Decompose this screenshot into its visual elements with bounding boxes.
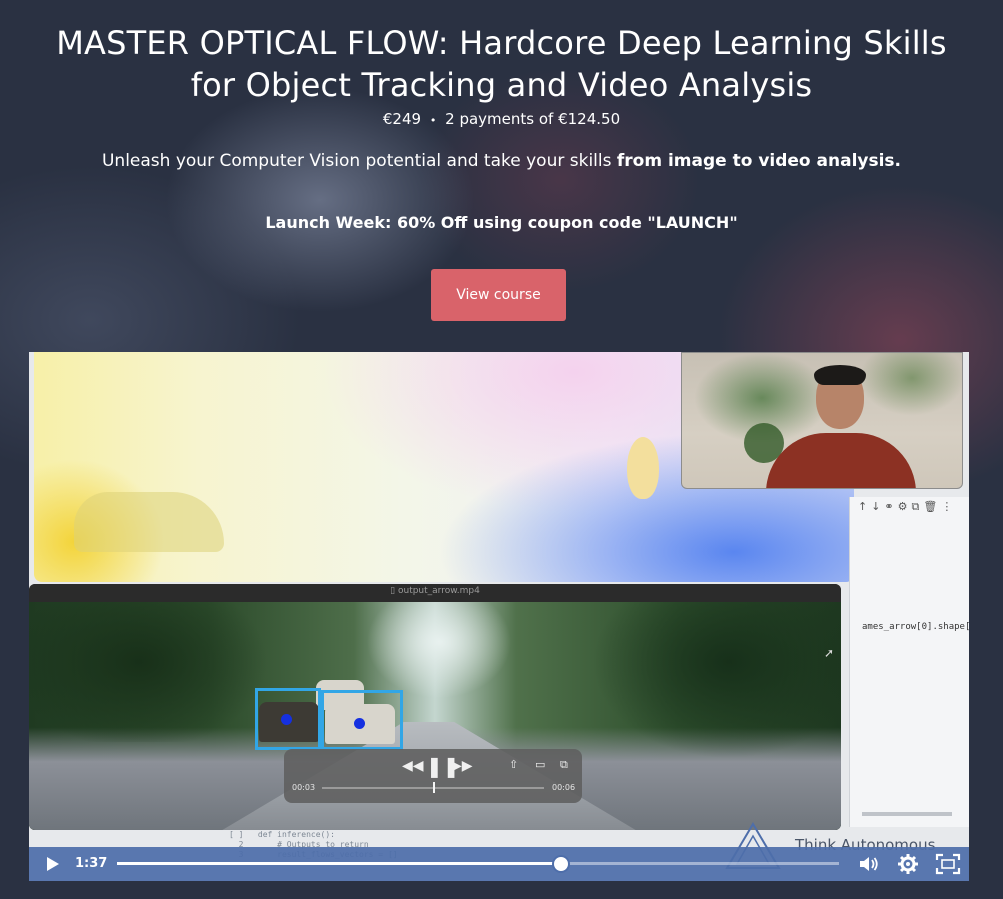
settings-icon[interactable] xyxy=(897,853,919,875)
trees-left xyxy=(29,602,289,742)
price-line: €249 • 2 payments of €124.50 xyxy=(0,110,1003,128)
embedded-time-elapsed: 00:03 xyxy=(292,783,316,792)
play-icon[interactable] xyxy=(41,853,63,875)
course-title: MASTER OPTICAL FLOW: Hardcore Deep Learn… xyxy=(0,22,1003,106)
window-title: ▯ output_arrow.mp4 xyxy=(29,586,841,596)
notebook-toolbar: ↑↓⚭⚙⧉🗑⋮ xyxy=(858,500,957,513)
player-control-bar: 1:37 xyxy=(29,847,969,881)
promo-banner: Launch Week: 60% Off using coupon code "… xyxy=(265,213,738,232)
notebook-scrollbar xyxy=(862,812,952,816)
instructor-hair xyxy=(814,365,866,385)
tagline: Unleash your Computer Vision potential a… xyxy=(0,151,1003,171)
road-scene: ◀◀ ❚❚ ▶▶ ⇧ ▭ ⧉ 00:03 00:06 ➚ xyxy=(29,602,841,830)
trees-right xyxy=(589,602,841,762)
notebook-panel: ↑↓⚭⚙⧉🗑⋮ ames_arrow[0].shape[0])) xyxy=(849,497,969,827)
mouse-cursor-icon: ➚ xyxy=(824,646,835,660)
notebook-code: ames_arrow[0].shape[0])) xyxy=(862,622,969,632)
embedded-player-controls: ◀◀ ❚❚ ▶▶ ⇧ ▭ ⧉ 00:03 00:06 xyxy=(284,749,582,803)
payment-plan: 2 payments of €124.50 xyxy=(445,110,621,128)
rewind-icon: ◀◀ xyxy=(402,758,424,774)
instructor-webcam xyxy=(681,352,963,489)
window-titlebar: ▯ output_arrow.mp4 xyxy=(29,584,841,602)
seek-bar-progress xyxy=(117,862,562,865)
flow-car-shape xyxy=(74,492,224,552)
course-title-line-2: for Object Tracking and Video Analysis xyxy=(190,66,813,104)
current-time: 1:37 xyxy=(75,856,108,871)
window-title-text: output_arrow.mp4 xyxy=(397,586,480,596)
flow-blob-shape xyxy=(627,437,659,499)
price-separator: • xyxy=(429,114,437,127)
file-icon: ▯ xyxy=(390,586,398,596)
seek-bar[interactable] xyxy=(117,855,839,873)
course-title-line-1: MASTER OPTICAL FLOW: Hardcore Deep Learn… xyxy=(56,24,947,62)
tagline-text: Unleash your Computer Vision potential a… xyxy=(101,151,617,171)
pip-icon: ⧉ xyxy=(560,758,568,771)
tracking-point-left xyxy=(281,714,292,725)
volume-icon[interactable] xyxy=(857,853,879,875)
price: €249 xyxy=(382,110,422,128)
tagline-highlight: from image to video analysis. xyxy=(616,151,902,171)
embedded-video-window: ▯ output_arrow.mp4 ◀◀ ❚❚ ▶▶ ⇧ ▭ ⧉ 00:03 xyxy=(29,584,841,830)
airplay-icon: ▭ xyxy=(535,758,546,771)
seek-bar-thumb[interactable] xyxy=(552,855,571,873)
tracking-point-right xyxy=(354,718,365,729)
video-player[interactable]: ↑↓⚭⚙⧉🗑⋮ ames_arrow[0].shape[0])) ▯ outpu… xyxy=(29,352,969,881)
fast-forward-icon: ▶▶ xyxy=(451,758,473,774)
instructor-body xyxy=(766,433,916,488)
embedded-time-total: 00:06 xyxy=(552,783,576,792)
share-icon: ⇧ xyxy=(509,758,519,771)
embedded-seek-thumb xyxy=(433,782,435,793)
fullscreen-icon[interactable] xyxy=(935,853,961,875)
view-course-button[interactable]: View course xyxy=(431,269,566,321)
